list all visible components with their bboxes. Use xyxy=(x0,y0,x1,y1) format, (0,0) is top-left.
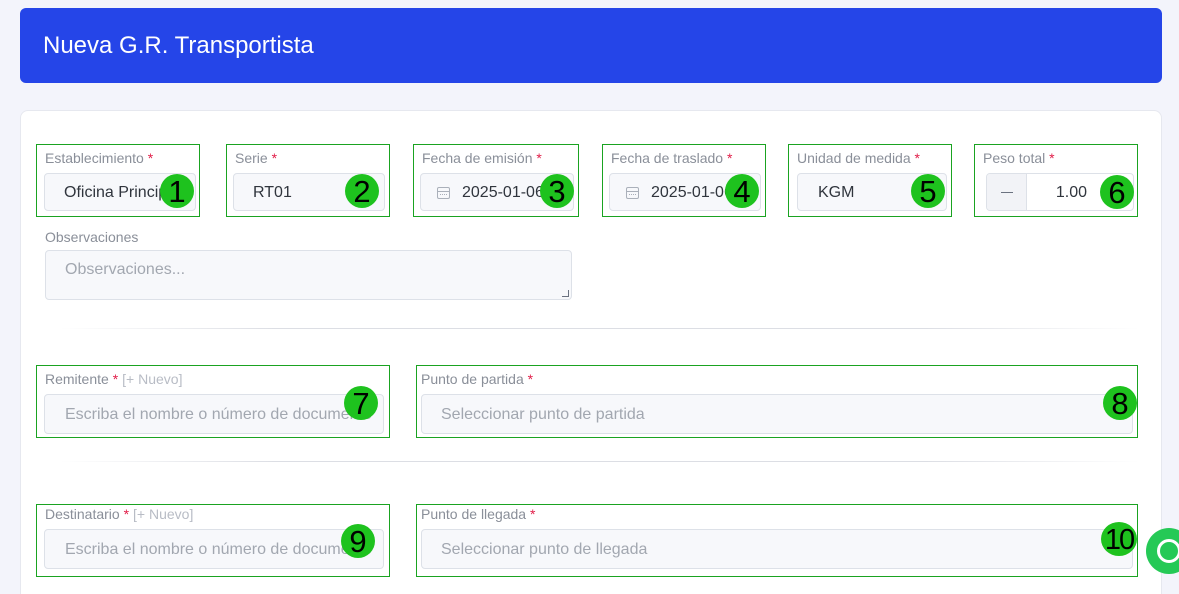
marker-badge-10: 10 xyxy=(1101,522,1137,556)
highlight-box-9 xyxy=(36,504,390,577)
marker-badge-3: 3 xyxy=(540,174,574,209)
marker-badge-8: 8 xyxy=(1103,386,1137,421)
section-divider xyxy=(60,461,1140,462)
marker-badge-5: 5 xyxy=(911,174,945,209)
marker-badge-1: 1 xyxy=(160,174,194,209)
page-header: Nueva G.R. Transportista xyxy=(20,8,1162,83)
marker-badge-2: 2 xyxy=(345,174,379,209)
highlight-box-8 xyxy=(416,365,1138,438)
page-title: Nueva G.R. Transportista xyxy=(43,32,314,59)
highlight-box-10 xyxy=(416,504,1138,577)
highlight-box-7 xyxy=(36,365,390,438)
marker-badge-7: 7 xyxy=(344,386,378,421)
observaciones-label: Observaciones xyxy=(45,229,139,245)
marker-badge-9: 9 xyxy=(341,524,375,559)
observaciones-field: Observaciones Observaciones... xyxy=(36,224,576,304)
observaciones-textarea[interactable]: Observaciones... xyxy=(45,250,572,300)
resize-handle-icon[interactable] xyxy=(562,290,569,297)
whatsapp-glyph xyxy=(1157,539,1179,563)
marker-badge-4: 4 xyxy=(725,174,759,209)
marker-badge-6: 6 xyxy=(1100,175,1134,210)
observaciones-placeholder: Observaciones... xyxy=(65,261,186,278)
section-divider xyxy=(60,328,1140,329)
